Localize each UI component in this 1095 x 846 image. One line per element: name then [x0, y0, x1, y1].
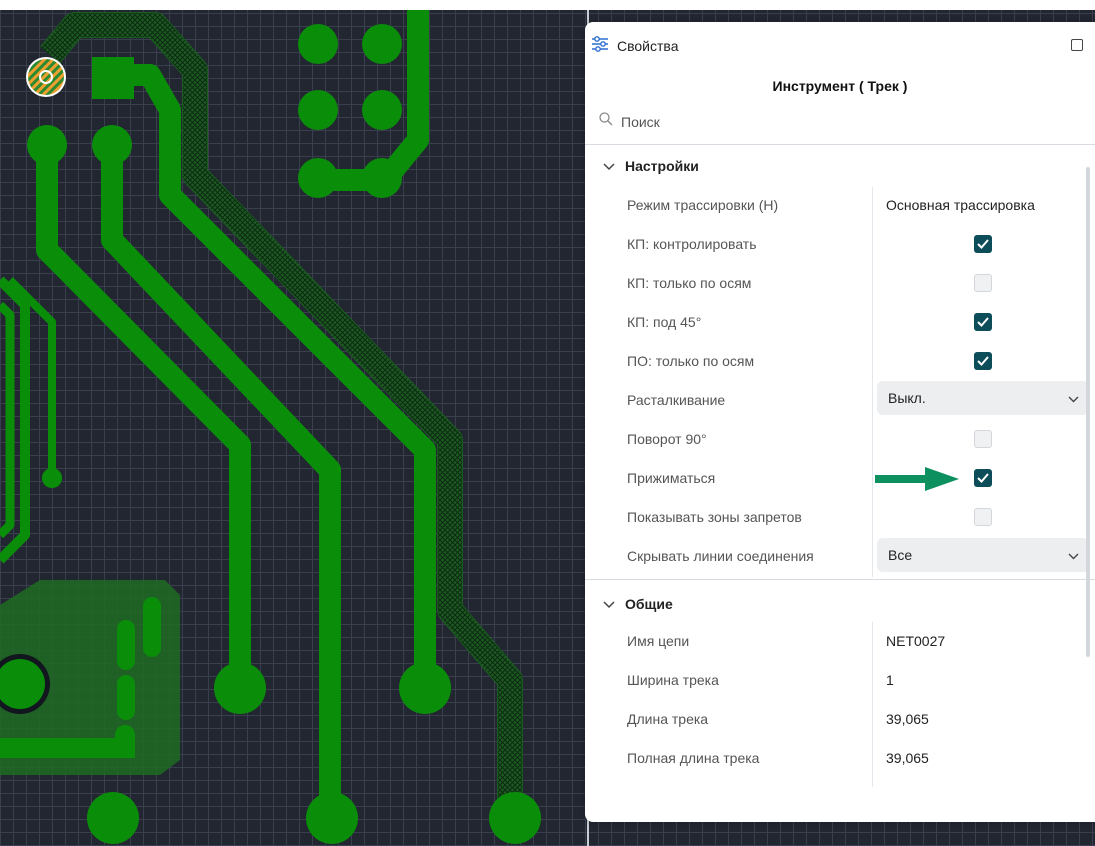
search-icon [599, 112, 613, 131]
track-width-value[interactable]: 1 [886, 661, 894, 700]
track-length-value: 39,065 [886, 711, 929, 727]
general-track-width: Ширина трека 1 [585, 661, 1095, 700]
pad [214, 662, 266, 714]
chevron-down-icon [1068, 392, 1079, 410]
panel-header: Свойства [591, 35, 679, 58]
pad [298, 24, 338, 64]
setting-label: Прижиматься [627, 470, 716, 486]
general-net-name: Имя цепи NET0027 [585, 622, 1095, 661]
setting-label: Показывать зоны запретов [627, 509, 802, 525]
pcb-layout[interactable] [0, 0, 590, 846]
setting-routing-mode: Режим трассировки (H) Основная трассиров… [585, 186, 1095, 225]
search-divider [585, 144, 1095, 145]
general-label: Полная длина трека [627, 750, 760, 766]
general-section-header[interactable]: Общие [603, 596, 673, 612]
setting-label: КП: под 45° [627, 314, 702, 330]
check-icon [977, 317, 989, 327]
general-section-title: Общие [625, 596, 673, 612]
via-axes-only-checkbox[interactable] [974, 352, 992, 370]
copper-pour-slot [117, 620, 135, 670]
setting-pad-control: КП: контролировать [585, 225, 1095, 264]
setting-label: Поворот 90° [627, 431, 707, 447]
pad [298, 90, 338, 130]
search-input[interactable] [621, 113, 921, 130]
chevron-down-icon [603, 596, 615, 612]
hug-checkbox[interactable] [974, 469, 992, 487]
pad-control-checkbox[interactable] [974, 235, 992, 253]
pad [42, 468, 62, 488]
trace [7, 277, 56, 478]
hide-ratsnest-dropdown[interactable]: Все [877, 538, 1089, 572]
pad-45-checkbox[interactable] [974, 313, 992, 331]
pad [399, 662, 451, 714]
general-label: Имя цепи [627, 633, 690, 649]
settings-section-title: Настройки [625, 158, 699, 174]
sliders-icon [591, 35, 609, 58]
setting-hug: Прижиматься [585, 459, 1095, 498]
pad [362, 90, 402, 130]
check-icon [977, 473, 989, 483]
pad [298, 158, 338, 198]
setting-label: Режим трассировки (H) [627, 197, 779, 213]
selected-pad [92, 57, 134, 99]
check-icon [977, 239, 989, 249]
panel-scrollbar[interactable] [1086, 167, 1090, 657]
panel-title: Свойства [617, 38, 679, 54]
setting-rotate-90: Поворот 90° [585, 420, 1095, 459]
general-label: Длина трека [627, 711, 709, 727]
properties-panel: Свойства Инструмент ( Трек ) Настройки Р… [585, 22, 1095, 822]
section-divider [585, 579, 1095, 580]
setting-pad-45: КП: под 45° [585, 303, 1095, 342]
setting-label: КП: контролировать [627, 236, 757, 252]
general-total-track-length: Полная длина трека 39,065 [585, 739, 1095, 778]
trace [0, 301, 15, 539]
total-track-length-value: 39,065 [886, 750, 929, 766]
setting-hide-ratsnest: Скрывать линии соединения Все [585, 537, 1095, 576]
pad [306, 792, 358, 844]
setting-label: КП: только по осям [627, 275, 752, 291]
pad [92, 125, 132, 165]
check-icon [977, 356, 989, 366]
maximize-icon[interactable] [1071, 39, 1083, 51]
pad [362, 158, 402, 198]
setting-show-keepouts: Показывать зоны запретов [585, 498, 1095, 537]
pad [87, 792, 139, 844]
arrow-right-icon [875, 467, 959, 491]
rotate-90-checkbox[interactable] [974, 430, 992, 448]
settings-section-header[interactable]: Настройки [603, 158, 699, 174]
search-box[interactable] [599, 112, 921, 131]
pad [362, 24, 402, 64]
setting-push: Расталкивание Выкл. [585, 381, 1095, 420]
setting-pad-axes-only: КП: только по осям [585, 264, 1095, 303]
setting-label: Скрывать линии соединения [627, 548, 814, 564]
pad-axes-only-checkbox[interactable] [974, 274, 992, 292]
net-name-value: NET0027 [886, 633, 946, 649]
setting-label: ПО: только по осям [627, 353, 755, 369]
push-dropdown-value: Выкл. [888, 390, 926, 406]
push-dropdown[interactable]: Выкл. [877, 381, 1089, 415]
general-track-length: Длина трека 39,065 [585, 700, 1095, 739]
chevron-down-icon [1068, 549, 1079, 567]
hide-ratsnest-dropdown-value: Все [888, 547, 913, 563]
cursor-marker [28, 59, 64, 95]
pad [489, 792, 541, 844]
copper-pour-slot [117, 675, 135, 720]
setting-via-axes-only: ПО: только по осям [585, 342, 1095, 381]
tool-title: Инструмент ( Трек ) [772, 78, 908, 94]
copper-pour-slot [143, 597, 161, 657]
setting-label: Расталкивание [627, 392, 726, 408]
chevron-down-icon [603, 158, 615, 174]
routing-mode-value[interactable]: Основная трассировка [886, 186, 1035, 225]
pad [27, 125, 67, 165]
general-label: Ширина трека [627, 672, 719, 688]
show-keepouts-checkbox[interactable] [974, 508, 992, 526]
